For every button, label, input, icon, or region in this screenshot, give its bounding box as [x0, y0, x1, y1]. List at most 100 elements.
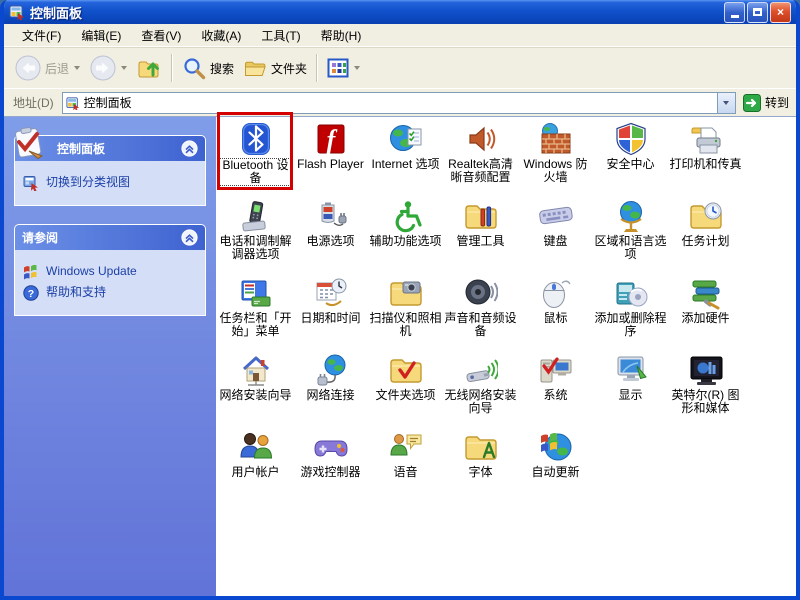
back-dropdown-icon — [74, 66, 81, 70]
control-panel-window-icon — [9, 4, 25, 22]
cp-item-add-remove-programs[interactable]: 添加或删除程序 — [593, 274, 668, 351]
menu-item-0[interactable]: 文件(F) — [12, 24, 71, 47]
cp-item-admin-tools[interactable]: 管理工具 — [443, 197, 518, 274]
cp-item-add-hardware[interactable]: 添加硬件 — [668, 274, 743, 351]
window-title: 控制面板 — [30, 5, 83, 21]
cp-item-network-connections[interactable]: 网络连接 — [293, 351, 368, 428]
cp-item-security-center[interactable]: 安全中心 — [593, 120, 668, 197]
cp-item-folder-options[interactable]: 文件夹选项 — [368, 351, 443, 428]
cp-item-accessibility[interactable]: 辅助功能选项 — [368, 197, 443, 274]
up-button[interactable] — [132, 53, 167, 83]
flash-icon: f — [314, 122, 348, 156]
cp-item-mouse[interactable]: 鼠标 — [518, 274, 593, 351]
cp-item-printer[interactable]: 打印机和传真 — [668, 120, 743, 197]
cp-item-firewall[interactable]: Windows 防火墙 — [518, 120, 593, 197]
cp-item-label: 辅助功能选项 — [369, 234, 442, 248]
power-icon — [314, 199, 348, 233]
auto-updates-icon — [539, 430, 573, 464]
folders-button[interactable]: 文件夹 — [239, 54, 312, 82]
forward-dropdown-icon — [121, 66, 128, 70]
cp-item-label: 电源选项 — [306, 234, 355, 248]
printer-icon — [689, 122, 723, 156]
cp-item-auto-updates[interactable]: 自动更新 — [518, 428, 593, 505]
sidebar: 控制面板 切换到分类视图 请参阅 Windows Update ? 帮助和支持 — [4, 117, 216, 596]
cp-item-label: Flash Player — [297, 157, 364, 171]
cp-item-wireless-wizard[interactable]: 无线网络安装向导 — [443, 351, 518, 428]
views-button[interactable] — [322, 54, 365, 82]
cp-item-label: 语音 — [393, 465, 418, 479]
menu-item-3[interactable]: 收藏(A) — [191, 24, 251, 47]
cp-item-speech[interactable]: 语音 — [368, 428, 443, 505]
go-arrow-icon — [742, 93, 761, 112]
cp-item-label: 扫描仪和照相机 — [369, 311, 442, 338]
cp-item-label: 用户帐户 — [231, 465, 280, 479]
sidebar-panel-see-also: 请参阅 Windows Update ? 帮助和支持 — [14, 224, 206, 316]
maximize-button[interactable] — [747, 1, 768, 23]
folders-label: 文件夹 — [271, 61, 308, 76]
add-remove-programs-icon — [614, 276, 648, 310]
cp-item-regional[interactable]: 区域和语言选项 — [593, 197, 668, 274]
cp-item-network-wizard[interactable]: 网络安装向导 — [218, 351, 293, 428]
cp-item-intel-graphics[interactable]: 英特尔(R) 图形和媒体 — [668, 351, 743, 428]
cp-item-label: 显示 — [618, 388, 643, 402]
menu-item-5[interactable]: 帮助(H) — [311, 24, 372, 47]
cp-item-label: Realtek高清晰音频配置 — [448, 157, 513, 184]
toolbar-separator — [171, 54, 174, 82]
cp-item-flash[interactable]: f Flash Player — [293, 120, 368, 197]
cp-item-label: 日期和时间 — [300, 311, 361, 325]
cp-item-taskbar[interactable]: 任务栏和「开始」菜单 — [218, 274, 293, 351]
cp-item-power[interactable]: 电源选项 — [293, 197, 368, 274]
folder-options-icon — [389, 353, 423, 387]
cp-item-phone-modem[interactable]: 电话和调制解调器选项 — [218, 197, 293, 274]
back-button[interactable]: 后退 — [10, 52, 85, 84]
panel-title: 控制面板 — [57, 142, 106, 156]
go-button[interactable]: 转到 — [742, 93, 789, 112]
cp-item-bluetooth[interactable]: Bluetooth 设备 — [218, 120, 293, 197]
menu-item-2[interactable]: 查看(V) — [131, 24, 191, 47]
cp-item-sounds[interactable]: 声音和音频设备 — [443, 274, 518, 351]
bluetooth-icon — [239, 122, 273, 156]
menu-item-4[interactable]: 工具(T) — [251, 24, 310, 47]
accessibility-icon — [389, 199, 423, 233]
chevron-up-icon[interactable] — [181, 229, 198, 246]
forward-button[interactable] — [85, 52, 132, 84]
scanners-cameras-icon — [389, 276, 423, 310]
address-location-icon — [66, 96, 79, 110]
phone-modem-icon — [239, 199, 273, 233]
cp-item-label: Internet 选项 — [371, 157, 440, 171]
cp-item-scheduled-tasks[interactable]: 任务计划 — [668, 197, 743, 274]
cp-item-label: 自动更新 — [531, 465, 580, 479]
close-icon: × — [776, 5, 784, 19]
sidebar-item-category-view[interactable]: 切换到分类视图 — [23, 175, 197, 192]
cp-item-display[interactable]: 显示 — [593, 351, 668, 428]
cp-item-label: 添加或删除程序 — [594, 311, 667, 338]
cp-item-game-controllers[interactable]: 游戏控制器 — [293, 428, 368, 505]
cp-item-scanners-cameras[interactable]: 扫描仪和照相机 — [368, 274, 443, 351]
cp-item-realtek-audio[interactable]: Realtek高清晰音频配置 — [443, 120, 518, 197]
address-dropdown-button[interactable] — [716, 92, 735, 113]
panel-header-see-also[interactable]: 请参阅 — [14, 224, 206, 250]
chevron-up-icon[interactable] — [181, 140, 198, 157]
cp-item-fonts[interactable]: 字体 — [443, 428, 518, 505]
sidebar-item-help[interactable]: ? 帮助和支持 — [23, 285, 197, 301]
cp-item-system[interactable]: 系统 — [518, 351, 593, 428]
cp-item-keyboard[interactable]: 键盘 — [518, 197, 593, 274]
close-button[interactable]: × — [770, 1, 791, 23]
cp-item-user-accounts[interactable]: 用户帐户 — [218, 428, 293, 505]
control-panel-clipboard-icon — [11, 126, 47, 162]
address-combo[interactable]: 控制面板 — [61, 91, 736, 114]
cp-item-internet[interactable]: Internet 选项 — [368, 120, 443, 197]
sidebar-item-windows-update[interactable]: Windows Update — [23, 264, 197, 280]
menu-item-1[interactable]: 编辑(E) — [71, 24, 131, 47]
go-label: 转到 — [764, 96, 789, 110]
system-icon — [539, 353, 573, 387]
panel-body-control-panel: 切换到分类视图 — [14, 161, 206, 206]
cp-item-label: 键盘 — [543, 234, 568, 248]
toolbar-separator — [316, 54, 319, 82]
sidebar-item-label: 帮助和支持 — [46, 285, 107, 299]
cp-item-datetime[interactable]: 日期和时间 — [293, 274, 368, 351]
minimize-button[interactable] — [724, 1, 745, 23]
icon-grid: Bluetooth 设备 f Flash Player Internet 选项 Real… — [218, 120, 743, 505]
maximize-icon — [753, 8, 762, 16]
search-button[interactable]: 搜索 — [177, 53, 239, 83]
